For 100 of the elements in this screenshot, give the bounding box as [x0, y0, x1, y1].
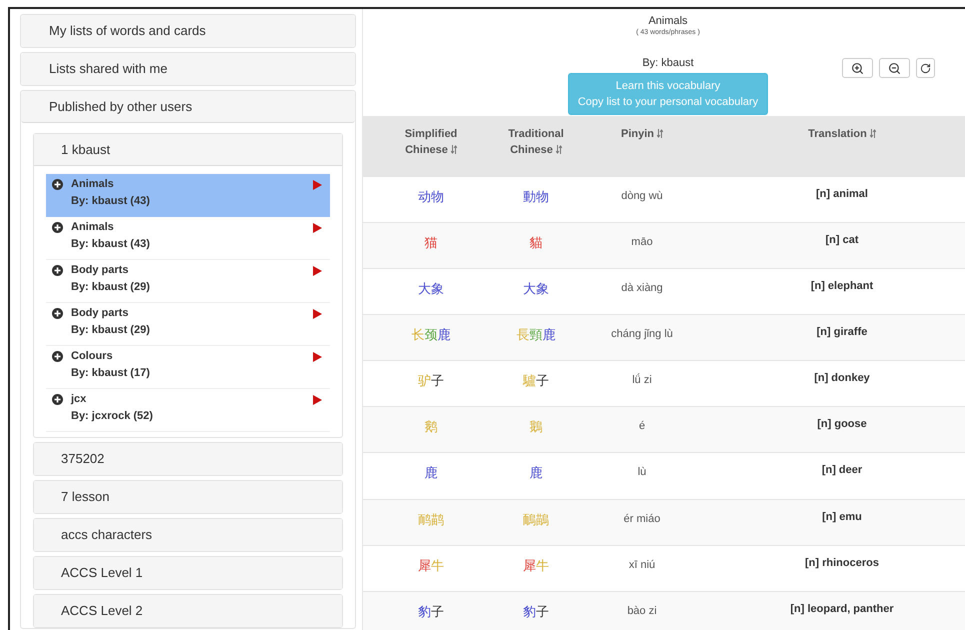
hanzi-character: 鹅 — [424, 420, 438, 436]
translation-cell: [n] animal — [816, 188, 868, 200]
hanzi-character: 動物 — [523, 190, 549, 205]
hanzi-character: 子 — [431, 604, 444, 620]
pinyin-cell: māo — [631, 236, 653, 248]
pinyin-cell: cháng jǐng lù — [611, 328, 673, 340]
hanzi-character: 頸 — [530, 328, 542, 343]
plus-circle-icon — [52, 394, 63, 405]
hanzi-character: 大象 — [523, 282, 549, 297]
hanzi-character: 猫 — [424, 236, 438, 251]
hanzi-character: 豹 — [418, 604, 431, 620]
list-title: Animals — [648, 15, 688, 27]
list-author: By: jcxrock (52) — [71, 410, 154, 422]
hanzi-character: 鹿 — [438, 328, 450, 343]
hanzi-character: 动物 — [418, 190, 444, 205]
pinyin-cell: dòng wù — [621, 190, 663, 202]
hanzi-character: 鹿 — [542, 328, 556, 343]
list-title: jcx — [71, 393, 88, 405]
pinyin-cell: é — [638, 420, 646, 432]
hanzi-character: 驢 — [523, 374, 536, 390]
translation-cell: [n] emu — [822, 510, 862, 523]
hanzi-character: 子 — [536, 604, 549, 620]
hanzi-character: 鸸鹋 — [418, 512, 444, 528]
zoom-out-icon — [888, 62, 901, 74]
zoom-in-button[interactable] — [842, 58, 873, 78]
sort-icon[interactable] — [556, 145, 562, 154]
hanzi-character: 驴 — [418, 374, 431, 390]
play-icon[interactable] — [313, 223, 322, 233]
list-author: By: kbaust (43) — [71, 195, 151, 207]
list-title: Body parts — [71, 264, 130, 276]
hanzi-character: 貓 — [530, 236, 542, 251]
pinyin-cell: dà xiàng — [621, 282, 663, 294]
hanzi-character: 豹 — [523, 604, 536, 620]
refresh-button[interactable] — [916, 58, 935, 78]
hanzi-character: 鹿 — [530, 466, 542, 482]
group-header[interactable]: 7 lesson — [34, 481, 342, 513]
group-header[interactable]: 1 kbaust — [34, 134, 342, 166]
zoom-in-icon — [851, 62, 864, 74]
sort-icon[interactable] — [870, 129, 876, 138]
list-title: Body parts — [71, 307, 130, 319]
group-header[interactable]: ACCS Level 2 — [34, 595, 342, 627]
play-icon[interactable] — [313, 309, 322, 319]
translation-cell: [n] cat — [826, 234, 858, 246]
list-author: By: kbaust (29) — [71, 324, 151, 336]
play-icon[interactable] — [313, 395, 322, 405]
translation-cell: [n] rhinoceros — [805, 556, 879, 569]
plus-circle-icon — [52, 179, 63, 190]
play-icon[interactable] — [313, 266, 322, 276]
plus-circle-icon — [52, 351, 63, 362]
pinyin-cell: lù — [638, 466, 646, 478]
list-author: By: kbaust (43) — [71, 238, 151, 250]
group-header[interactable]: ACCS Level 1 — [34, 557, 342, 589]
accordion-header[interactable]: Published by other users — [21, 91, 355, 123]
column-header[interactable]: Pinyin — [620, 126, 663, 142]
refresh-icon — [920, 62, 931, 74]
pinyin-cell: ér miáo — [624, 512, 660, 525]
hanzi-character: 犀 — [523, 558, 536, 574]
accordion-header[interactable]: My lists of words and cards — [21, 15, 355, 47]
translation-cell: [n] leopard, panther — [790, 602, 894, 615]
plus-circle-icon — [52, 308, 63, 319]
pinyin-cell: xī niú — [628, 558, 656, 571]
hanzi-character: 鵝 — [530, 420, 542, 436]
translation-cell: [n] elephant — [810, 280, 874, 292]
list-item[interactable]: Animals By: kbaust (43) — [46, 174, 330, 217]
plus-circle-icon — [52, 265, 63, 276]
accordion-header[interactable]: Lists shared with me — [21, 53, 355, 85]
hanzi-character: 犀 — [418, 558, 431, 574]
list-title: Animals — [71, 178, 115, 190]
translation-cell: [n] donkey — [814, 372, 870, 384]
hanzi-character: 大象 — [418, 282, 444, 297]
list-title: Animals — [71, 221, 115, 233]
hanzi-character: 鹿 — [424, 466, 438, 482]
column-header[interactable]: Traditional Chinese — [506, 126, 566, 158]
group-header[interactable]: accs characters — [34, 519, 342, 551]
play-icon[interactable] — [313, 180, 322, 190]
list-title: Colours — [71, 350, 114, 362]
sort-icon[interactable] — [657, 129, 663, 138]
hanzi-character: 牛 — [536, 558, 549, 574]
list-author: By: kbaust (29) — [71, 281, 151, 293]
hanzi-character: 鴯鶓 — [523, 512, 549, 528]
hanzi-character: 颈 — [424, 328, 438, 343]
group-header[interactable]: 375202 — [34, 443, 342, 475]
plus-circle-icon — [52, 222, 63, 233]
column-header[interactable]: Simplified Chinese — [401, 126, 461, 158]
list-author: By: kbaust (17) — [71, 367, 151, 379]
translation-cell: [n] deer — [822, 464, 862, 476]
hanzi-character: 子 — [431, 374, 444, 390]
column-header[interactable]: Translation — [808, 126, 876, 142]
pinyin-cell: bào zi — [627, 604, 657, 617]
hanzi-character: 子 — [536, 374, 549, 390]
translation-cell: [n] goose — [817, 418, 867, 430]
translation-cell: [n] giraffe — [816, 326, 868, 338]
hanzi-character: 牛 — [431, 558, 444, 574]
sort-icon[interactable] — [450, 145, 457, 154]
author-label: By: kbaust — [642, 57, 694, 69]
pinyin-cell: lǘ zi — [632, 374, 652, 386]
play-icon[interactable] — [313, 352, 322, 362]
hanzi-character: 长 — [412, 328, 424, 343]
zoom-out-button[interactable] — [879, 58, 910, 78]
hanzi-character: 長 — [516, 328, 530, 343]
